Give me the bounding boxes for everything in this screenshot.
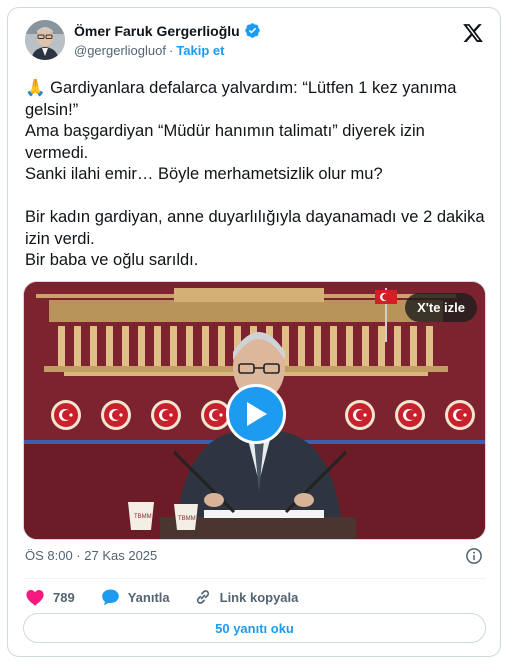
follow-button[interactable]: Takip et	[176, 43, 224, 58]
heart-icon	[26, 589, 44, 606]
info-icon[interactable]	[465, 547, 483, 565]
avatar[interactable]	[25, 20, 65, 60]
like-button[interactable]: 789	[25, 588, 75, 606]
post-timestamp[interactable]: ÖS 8:00 · 27 Kas 2025	[25, 548, 157, 563]
cup-label-2: TBMM	[178, 516, 196, 522]
verified-badge-icon	[244, 23, 260, 38]
tweet-text: 🙏 Gardiyanlara defalarca yalvardım: “Lüt…	[25, 79, 485, 269]
like-count: 789	[53, 589, 75, 605]
author-handle[interactable]: @gergerliogluof	[74, 43, 166, 58]
avatar-image	[25, 20, 65, 60]
tweet-card: Ömer Faruk Gergerlioğlu @gergerliogluof ·…	[7, 7, 501, 657]
reply-label: Yanıtla	[127, 589, 170, 605]
author-handle-row: @gergerliogluof · Takip et	[74, 43, 225, 58]
x-logo-icon[interactable]	[462, 22, 484, 44]
divider	[23, 578, 486, 579]
link-icon	[196, 590, 209, 604]
reply-bubble-icon	[101, 589, 119, 606]
separator-dot: ·	[168, 43, 174, 58]
copy-link-label: Link kopyala	[219, 589, 299, 605]
watch-on-x-button[interactable]: X'te izle	[405, 293, 477, 322]
author-name[interactable]: Ömer Faruk Gergerlioğlu	[74, 23, 240, 39]
copy-link-button[interactable]: Link kopyala	[194, 588, 299, 606]
video-player[interactable]: TBMM TBMM X'te izle	[23, 281, 486, 540]
author-name-row: Ömer Faruk Gergerlioğlu	[74, 22, 261, 39]
cup-label-1: TBMM	[134, 514, 152, 520]
read-replies-button[interactable]: 50 yanıtı oku	[23, 613, 486, 643]
reply-button[interactable]: Yanıtla	[101, 588, 170, 606]
play-button[interactable]	[226, 384, 286, 444]
action-bar: 789 Yanıtla Link kopyala	[23, 584, 298, 610]
play-icon	[247, 402, 267, 426]
